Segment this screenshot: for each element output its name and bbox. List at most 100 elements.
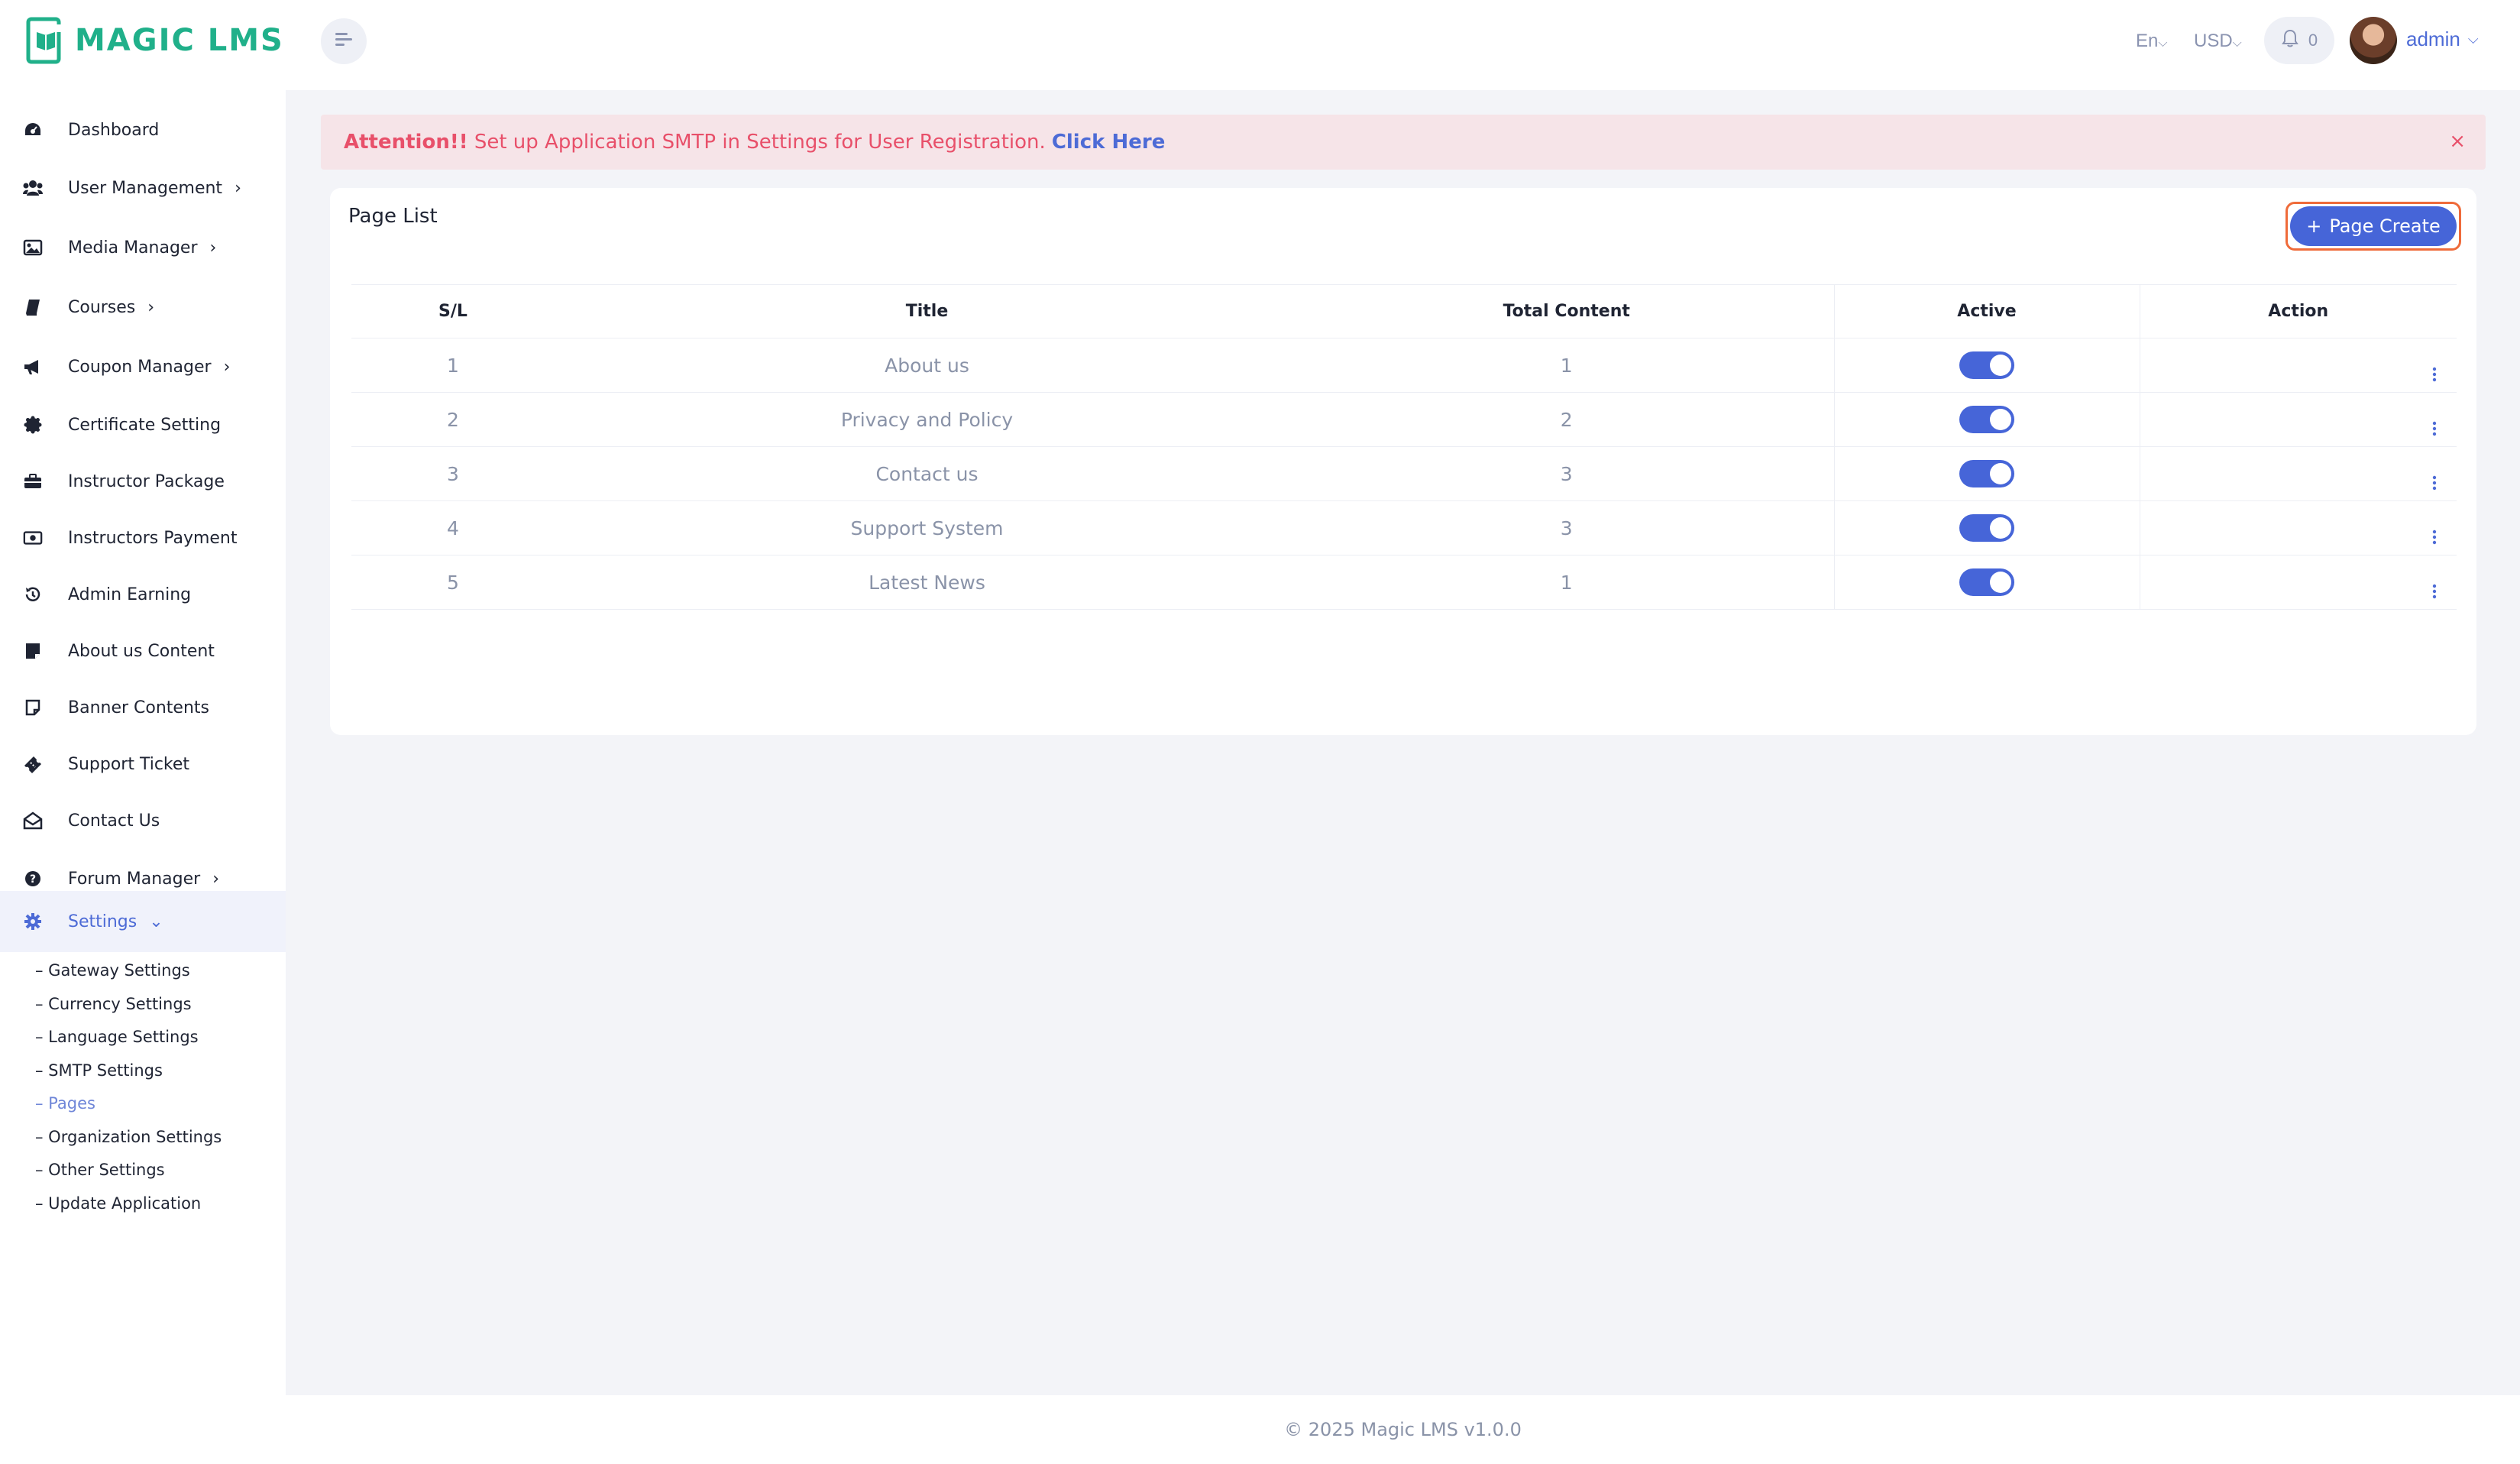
plus-icon: + [2306,215,2322,237]
sidebar-item-settings[interactable]: Settings ⌄ [0,891,286,952]
avatar[interactable] [2350,17,2397,64]
sidebar-item-dashboard[interactable]: Dashboard [0,101,286,159]
more-vertical-icon[interactable] [2432,419,2437,442]
ticket-icon [23,754,43,774]
page-create-button[interactable]: + Page Create [2290,206,2457,246]
sidebar-item-label: User Management › [68,178,241,198]
table-header-row: S/L Title Total Content Active Action [351,284,2457,338]
language-value: En [2136,31,2159,51]
cell-active [1834,392,2140,447]
sidebar-item-user-management[interactable]: User Management › [0,159,286,217]
active-toggle[interactable] [1959,514,2014,542]
sub-item-update-application[interactable]: – Update Application [35,1194,201,1213]
page-create-label: Page Create [2329,215,2441,237]
sidebar: Dashboard User Management › Media Manager… [0,90,286,1464]
footer: © 2025 Magic LMS v1.0.0 [286,1395,2520,1464]
sidebar-item-instructors-payment[interactable]: Instructors Payment [0,509,286,567]
cell-title: Privacy and Policy [555,392,1299,447]
logo[interactable]: MAGIC LMS [26,17,284,64]
chevron-down-icon: ⌵ [2158,37,2168,50]
bell-icon [2281,28,2299,53]
chevron-down-icon: ⌵ [2467,31,2479,47]
cell-total-content: 1 [1299,338,1835,393]
notification-button[interactable]: 0 [2264,17,2334,64]
active-toggle[interactable] [1959,568,2014,596]
sidebar-item-label: Instructor Package [68,471,225,491]
logo-text: MAGIC LMS [75,23,284,58]
more-vertical-icon[interactable] [2432,528,2437,550]
column-header-active: Active [1834,284,2140,338]
sidebar-item-label: Dashboard [68,120,160,140]
sidebar-item-contact-us[interactable]: Contact Us [0,792,286,850]
certificate-icon [23,415,43,435]
alert-click-here-link[interactable]: Click Here [1052,131,1166,154]
active-toggle[interactable] [1959,351,2014,379]
cell-title: Support System [555,500,1299,555]
more-vertical-icon[interactable] [2432,365,2437,387]
sidebar-item-label: Coupon Manager › [68,357,231,377]
sidebar-item-label: About us Content [68,641,215,661]
sidebar-item-courses[interactable]: Courses › [0,278,286,336]
sidebar-item-instructor-package[interactable]: Instructor Package [0,452,286,510]
sub-item-pages[interactable]: – Pages [35,1094,95,1113]
sidebar-item-support-ticket[interactable]: Support Ticket [0,735,286,793]
sidebar-item-label: Settings ⌄ [68,912,163,931]
sidebar-toggle-button[interactable] [321,18,367,64]
chevron-down-icon: ⌵ [2232,37,2242,50]
more-vertical-icon[interactable] [2432,582,2437,604]
sub-item-smtp-settings[interactable]: – SMTP Settings [35,1061,163,1080]
smtp-alert: Attention!! Set up Application SMTP in S… [321,115,2486,170]
cell-active [1834,555,2140,610]
cell-title: About us [555,338,1299,393]
table-row: 2 Privacy and Policy 2 [351,392,2457,447]
cell-title: Latest News [555,555,1299,610]
megaphone-icon [23,357,43,377]
cell-action [2140,500,2457,555]
cell-sl: 2 [351,392,555,447]
user-menu[interactable]: admin ⌵ [2406,28,2478,51]
cell-sl: 5 [351,555,555,610]
cell-total-content: 2 [1299,392,1835,447]
cell-sl: 3 [351,446,555,501]
chevron-right-icon: › [212,869,219,889]
sub-item-organization-settings[interactable]: – Organization Settings [35,1128,222,1146]
sticky-note-icon [23,698,43,717]
sidebar-item-coupon-manager[interactable]: Coupon Manager › [0,338,286,396]
book-icon [23,297,43,317]
sub-item-currency-settings[interactable]: – Currency Settings [35,995,192,1013]
alert-message: Set up Application SMTP in Settings for … [474,131,1046,154]
card-title: Page List [348,205,438,228]
cell-sl: 1 [351,338,555,393]
language-select[interactable]: En⌵ [2136,31,2168,52]
top-header: MAGIC LMS En⌵ USD⌵ 0 admin ⌵ [0,0,2520,90]
sidebar-item-label: Contact Us [68,811,160,831]
more-vertical-icon[interactable] [2432,474,2437,496]
sidebar-item-label: Support Ticket [68,754,190,774]
cell-total-content: 1 [1299,555,1835,610]
cell-active [1834,500,2140,555]
sidebar-item-admin-earning[interactable]: Admin Earning [0,565,286,623]
column-header-sl: S/L [351,284,555,338]
sidebar-item-label: Admin Earning [68,585,192,604]
chevron-down-icon: ⌄ [149,912,163,931]
chevron-right-icon: › [223,357,231,377]
table-row: 4 Support System 3 [351,500,2457,555]
sidebar-item-certificate-setting[interactable]: Certificate Setting [0,396,286,454]
cell-active [1834,446,2140,501]
sidebar-item-label: Instructors Payment [68,528,238,548]
sidebar-item-media-manager[interactable]: Media Manager › [0,219,286,277]
active-toggle[interactable] [1959,406,2014,433]
image-icon [23,238,43,257]
sidebar-item-about-us-content[interactable]: About us Content [0,622,286,680]
sub-item-gateway-settings[interactable]: – Gateway Settings [35,961,190,980]
footer-copyright: © 2025 Magic LMS v1.0.0 [1284,1419,1522,1440]
close-icon[interactable]: × [2449,130,2466,153]
active-toggle[interactable] [1959,460,2014,487]
column-header-action: Action [2140,284,2457,338]
sub-item-language-settings[interactable]: – Language Settings [35,1028,199,1046]
note-icon [23,641,43,661]
cell-total-content: 3 [1299,446,1835,501]
sub-item-other-settings[interactable]: – Other Settings [35,1161,165,1179]
sidebar-item-banner-contents[interactable]: Banner Contents [0,679,286,737]
currency-select[interactable]: USD⌵ [2194,31,2242,52]
